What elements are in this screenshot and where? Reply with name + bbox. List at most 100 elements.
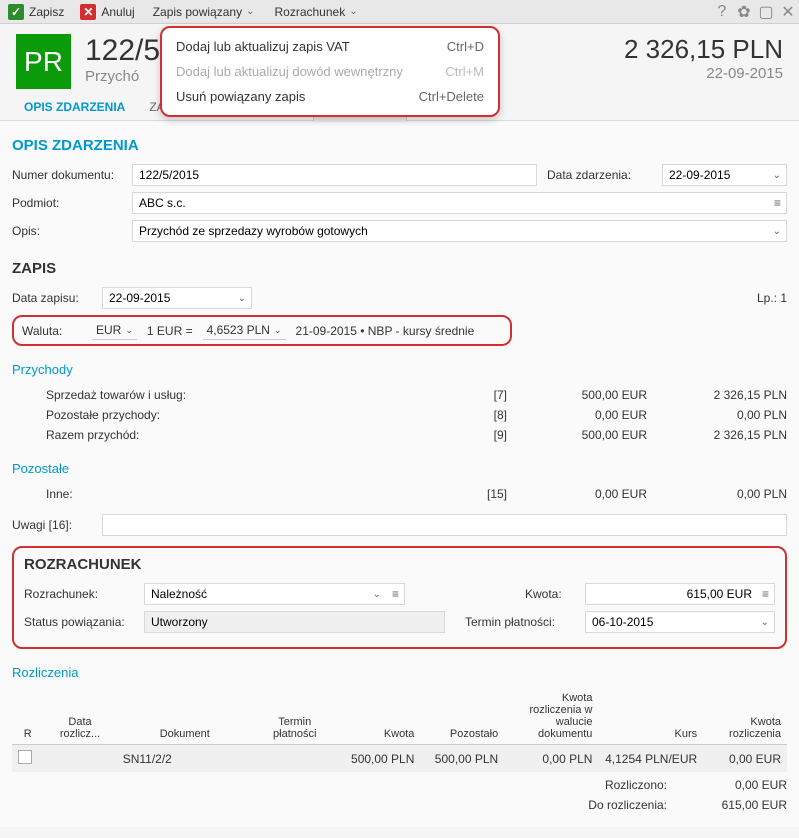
lbl-uwagi: Uwagi [16]: (12, 518, 102, 532)
rozrachunek-dropdown[interactable]: Rozrachunek ⌄ (264, 5, 367, 19)
sum-rozliczono-label: Rozliczono: (605, 778, 667, 792)
chevron-down-icon: ⌄ (125, 325, 133, 336)
doc-title: 122/5 (85, 34, 160, 68)
row-pln: 2 326,15 PLN (647, 388, 787, 402)
cell-dok: SN11/2/2 (117, 745, 253, 773)
amount-block: 2 326,15 PLN 22-09-2015 (624, 34, 783, 82)
help-icon[interactable]: ? (711, 3, 733, 21)
th-kwota: Kwota (337, 688, 421, 745)
row-razem-label: Razem przychód: (46, 428, 467, 442)
row-pln: 2 326,15 PLN (647, 428, 787, 442)
chevron-down-icon[interactable]: ⌄ (773, 170, 781, 181)
data-zapisu-input[interactable] (102, 287, 252, 309)
rate-prefix: 1 EUR = (147, 324, 193, 338)
rate-value: 4,6523 PLN (207, 323, 270, 337)
lbl-numer: Numer dokumentu: (12, 168, 132, 182)
row-inne-label: Inne: (46, 487, 467, 501)
cell-kwota: 500,00 PLN (337, 745, 421, 773)
gear-icon[interactable]: ✿ (733, 2, 755, 22)
lbl-status: Status powiązania: (24, 615, 144, 629)
lbl-termin: Termin płatności: (465, 615, 585, 629)
save-button[interactable]: ✓ Zapisz (0, 0, 72, 24)
row-sprzedaz-label: Sprzedaż towarów i usług: (46, 388, 467, 402)
mi-label: Dodaj lub aktualizuj dowód wewnętrzny (176, 64, 403, 79)
link-label: Zapis powiązany (153, 5, 242, 19)
cell-termin (253, 745, 337, 773)
menu-icon[interactable]: ≡ (774, 196, 781, 210)
row-code: [9] (467, 428, 507, 442)
linked-entry-menu: Dodaj lub aktualizuj zapis VAT Ctrl+D Do… (160, 26, 500, 117)
th-data: Data rozlicz... (43, 688, 116, 745)
content: OPIS ZDARZENIA Numer dokumentu: Data zda… (0, 121, 799, 827)
maximize-icon[interactable]: ▢ (755, 2, 777, 22)
row-pln: 0,00 PLN (647, 408, 787, 422)
section-rozrachunek-title: ROZRACHUNEK (24, 556, 775, 573)
uwagi-input[interactable] (102, 514, 787, 536)
podmiot-input[interactable] (132, 192, 787, 214)
cancel-button[interactable]: ✕ Anuluj (72, 0, 142, 24)
mi-label: Usuń powiązany zapis (176, 89, 305, 104)
opis-input[interactable] (132, 220, 787, 242)
section-zapis-title: ZAPIS (12, 260, 787, 277)
row-pln: 0,00 PLN (647, 487, 787, 501)
table-row[interactable]: SN11/2/2 500,00 PLN 500,00 PLN 0,00 PLN … (12, 745, 787, 773)
tab-opis-zdarzenia[interactable]: OPIS ZDARZENIA (12, 94, 137, 120)
chevron-down-icon[interactable]: ⌄ (773, 226, 781, 237)
row-eur: 500,00 EUR (507, 428, 647, 442)
th-termin: Termin płatności (253, 688, 337, 745)
rozr-label: Rozrachunek (274, 5, 345, 19)
toolbar: ✓ Zapisz ✕ Anuluj Zapis powiązany ⌄ Rozr… (0, 0, 799, 24)
chevron-down-icon: ⌄ (274, 325, 282, 336)
rozliczenia-table: R Data rozlicz... Dokument Termin płatno… (12, 688, 787, 772)
waluta-select[interactable]: EUR ⌄ (92, 321, 137, 340)
toolbar-right: ? ✿ ▢ ✕ (711, 2, 799, 22)
th-kurs: Kurs (598, 688, 703, 745)
lbl-data-zapisu: Data zapisu: (12, 291, 102, 305)
chevron-down-icon: ⌄ (349, 6, 357, 17)
status-input (144, 611, 445, 633)
cell-kurs: 4,1254 PLN/EUR (598, 745, 703, 773)
chevron-down-icon: ⌄ (246, 6, 254, 17)
menu-delete-linked[interactable]: Usuń powiązany zapis Ctrl+Delete (162, 84, 498, 109)
lbl-opis: Opis: (12, 224, 132, 238)
cell-kwd: 0,00 PLN (504, 745, 598, 773)
row-eur: 0,00 EUR (507, 408, 647, 422)
cancel-label: Anuluj (101, 5, 134, 19)
close-window-icon[interactable]: ✕ (777, 2, 799, 22)
lbl-waluta: Waluta: (22, 324, 82, 338)
rate-info: 21-09-2015 • NBP - kursy średnie (296, 324, 475, 338)
cell-kr: 0,00 EUR (703, 745, 787, 773)
termin-input[interactable] (585, 611, 775, 633)
rozrachunek-box: ROZRACHUNEK Rozrachunek: ⌄ ≡ Kwota: ≡ St… (12, 546, 787, 649)
lp-value: Lp.: 1 (757, 291, 787, 305)
data-zdarzenia-input[interactable] (662, 164, 787, 186)
th-kr: Kwota rozliczenia (703, 688, 787, 745)
section-opis-title: OPIS ZDARZENIA (12, 137, 787, 154)
chevron-down-icon[interactable]: ⌄ (373, 589, 381, 600)
doc-type-badge: PR (16, 34, 71, 89)
subheading-przychody: Przychody (12, 362, 787, 377)
chevron-down-icon[interactable]: ⌄ (238, 293, 246, 304)
checkbox[interactable] (18, 750, 32, 764)
sum-rozliczono-value: 0,00 EUR (687, 778, 787, 792)
mi-shortcut: Ctrl+D (447, 39, 484, 54)
row-eur: 500,00 EUR (507, 388, 647, 402)
kwota-input[interactable] (585, 583, 775, 605)
menu-add-update-internal: Dodaj lub aktualizuj dowód wewnętrzny Ct… (162, 59, 498, 84)
th-dok: Dokument (117, 688, 253, 745)
menu-icon[interactable]: ≡ (392, 587, 399, 601)
chevron-down-icon[interactable]: ⌄ (761, 617, 769, 628)
menu-icon[interactable]: ≡ (762, 587, 769, 601)
sum-do-rozliczenia-value: 615,00 EUR (687, 798, 787, 812)
menu-add-update-vat[interactable]: Dodaj lub aktualizuj zapis VAT Ctrl+D (162, 34, 498, 59)
subheading-pozostale: Pozostałe (12, 461, 787, 476)
th-poz: Pozostało (420, 688, 504, 745)
linked-entry-dropdown[interactable]: Zapis powiązany ⌄ (143, 5, 265, 19)
mi-shortcut: Ctrl+Delete (419, 89, 484, 104)
rozrachunek-input[interactable] (144, 583, 405, 605)
rate-select[interactable]: 4,6523 PLN ⌄ (203, 321, 286, 340)
numer-input[interactable] (132, 164, 537, 186)
close-icon: ✕ (80, 4, 96, 20)
mi-shortcut: Ctrl+M (445, 64, 484, 79)
row-code: [8] (467, 408, 507, 422)
